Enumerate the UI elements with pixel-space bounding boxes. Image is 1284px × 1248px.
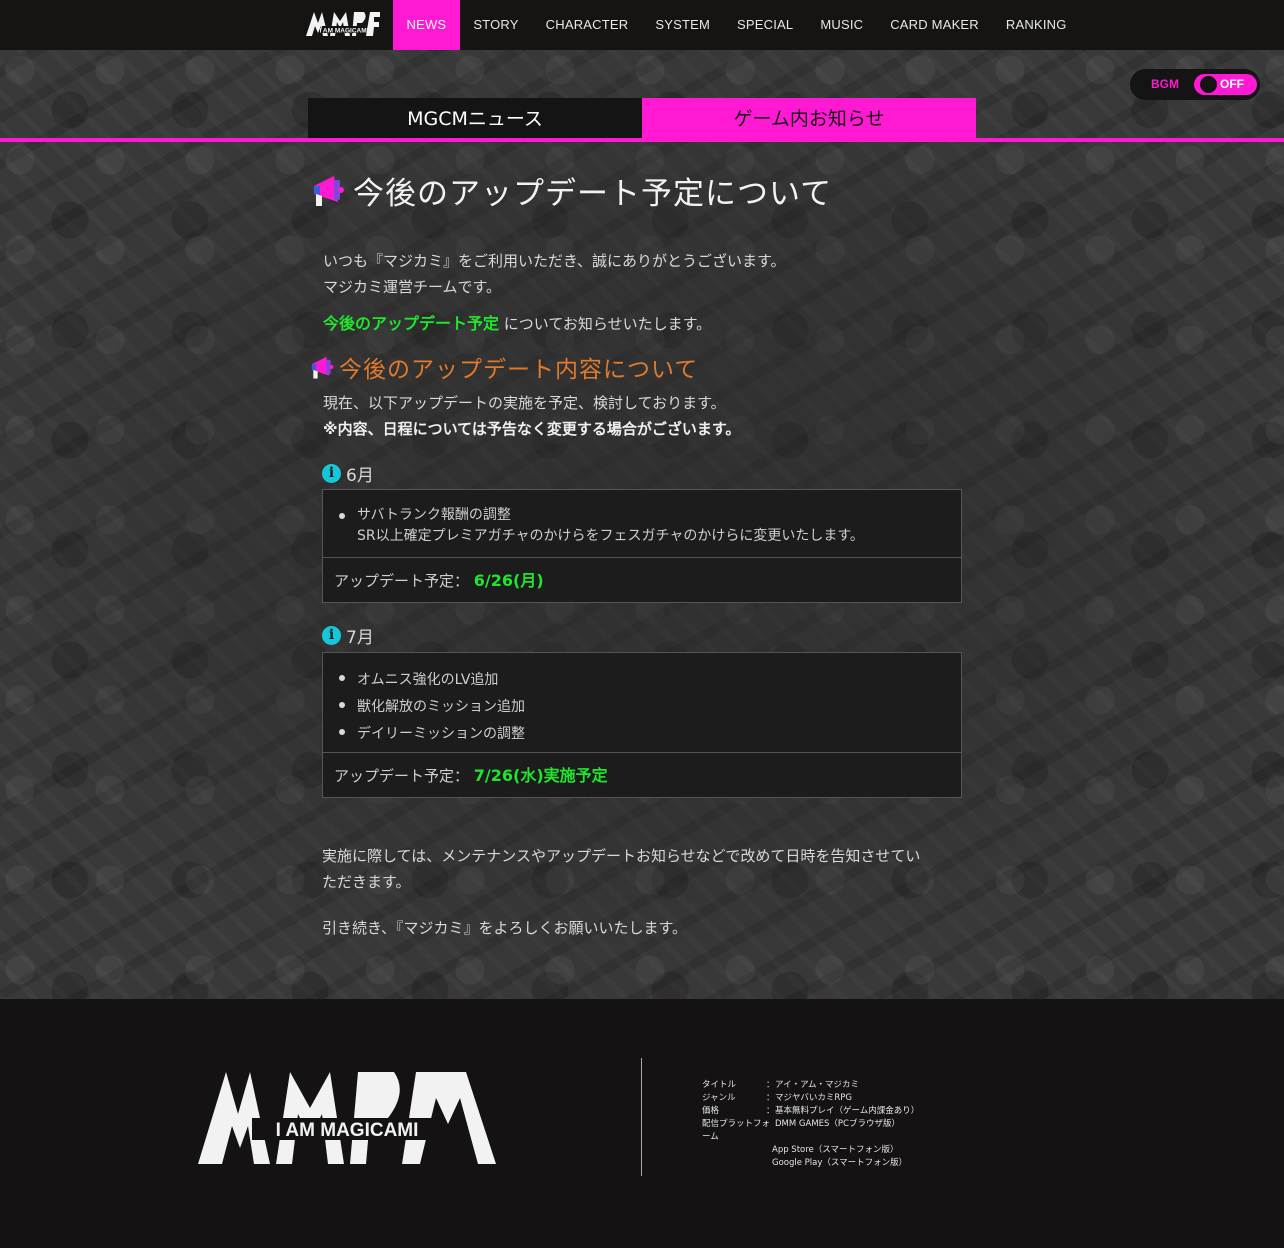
info-key: タイトル	[702, 1080, 737, 1090]
bgm-toggle[interactable]: OFF	[1194, 74, 1257, 95]
list-item: 獣化解放のミッション追加	[323, 694, 961, 721]
nav-special[interactable]: SPECIAL	[724, 0, 807, 50]
section-title: 今後のアップデート内容について	[339, 357, 699, 383]
schedule-row: アップデート予定： 7/26(水)実施予定	[323, 752, 961, 797]
info-row-price: 価格：基本無料プレイ（ゲーム内課金あり）	[702, 1106, 920, 1116]
footer-logo-text: I AM MAGICAMI	[276, 1120, 419, 1141]
nav-system[interactable]: SYSTEM	[642, 0, 724, 50]
intro-line-1: いつも『マジカミ』をご利用いただき、誠にありがとうございます。	[323, 252, 786, 270]
info-value: App Store（スマートフォン版）	[772, 1145, 899, 1155]
intro-highlight-line: 今後のアップデート予定 についてお知らせいたします。	[323, 310, 711, 334]
megaphone-icon	[314, 176, 344, 206]
month-label: 7月	[346, 628, 374, 648]
month-heading-july: i 7月	[322, 623, 374, 648]
info-icon: i	[322, 464, 341, 483]
closing-line-2: ただきます。	[322, 873, 411, 891]
bgm-control: BGM OFF	[1130, 69, 1260, 100]
month-label: 6月	[346, 466, 374, 486]
tab-game-notices[interactable]: ゲーム内お知らせ	[642, 98, 976, 138]
section-note: ※内容、日程については予告なく変更する場合がございます。	[323, 420, 741, 438]
footer-logo[interactable]: I AM MAGICAMI	[196, 1068, 498, 1166]
nav-character[interactable]: CHARACTER	[532, 0, 642, 50]
closing-line-1: 実施に際しては、メンテナンスやアップデートお知らせなどで改めて日時を告知させてい	[322, 847, 921, 865]
nav-news[interactable]: NEWS	[393, 0, 460, 50]
nav-music[interactable]: MUSIC	[807, 0, 877, 50]
update-box-june: サバトランク報酬の調整 SR以上確定プレミアガチャのかけらをフェスガチャのかけら…	[322, 489, 962, 603]
info-value: Google Play（スマートフォン版）	[772, 1158, 908, 1168]
nav-ranking[interactable]: RANKING	[992, 0, 1080, 50]
nav-card-maker[interactable]: CARD MAKER	[877, 0, 993, 50]
article-title: 今後のアップデート予定について	[353, 176, 833, 212]
info-row-platform: 配信プラットフォーム DMM GAMES（PCブラウザ版）	[702, 1118, 919, 1144]
list-item: デイリーミッションの調整	[323, 721, 961, 748]
info-row-platform-3: Google Play（スマートフォン版）	[702, 1157, 919, 1170]
list-item: サバトランク報酬の調整 SR以上確定プレミアガチャのかけらをフェスガチャのかけら…	[323, 505, 961, 547]
bgm-label: BGM	[1151, 77, 1179, 91]
info-row-platform-2: App Store（スマートフォン版）	[702, 1144, 919, 1157]
info-row-genre: ジャンル：マジヤバいカミRPG	[702, 1093, 852, 1103]
info-value: マジヤバいカミRPG	[775, 1093, 852, 1103]
section-line-1: 現在、以下アップデートの実施を予定、検討しております。	[323, 394, 726, 412]
info-key: 配信プラットフォーム	[702, 1119, 771, 1142]
magicami-logo[interactable]: I AM MAGICAMI	[304, 9, 382, 39]
site-footer: I AM MAGICAMI タイトル：アイ・アム・マジカミ ジャンル：マジヤバい…	[0, 999, 1284, 1248]
highlight-text: 今後のアップデート予定	[323, 314, 500, 333]
month-heading-june: i 6月	[322, 461, 374, 486]
schedule-label: アップデート予定：	[334, 767, 470, 785]
news-tabs: MGCMニュース ゲーム内お知らせ	[308, 98, 976, 138]
footer-divider	[641, 1058, 642, 1176]
schedule-label: アップデート予定：	[334, 572, 470, 590]
bgm-state: OFF	[1220, 77, 1244, 91]
nav-story[interactable]: STORY	[460, 0, 532, 50]
tab-mgcm-news[interactable]: MGCMニュース	[308, 98, 642, 138]
schedule-date: 7/26(水)実施予定	[473, 766, 608, 785]
info-value: アイ・アム・マジカミ	[775, 1080, 859, 1090]
bgm-toggle-knob	[1200, 76, 1217, 93]
intro-line-2: マジカミ運営チームです。	[323, 278, 502, 296]
info-value: DMM GAMES（PCブラウザ版）	[775, 1119, 900, 1129]
update-box-july: オムニス強化のLV追加 獣化解放のミッション追加 デイリーミッションの調整 アッ…	[322, 652, 962, 798]
info-key	[702, 1144, 772, 1157]
info-key	[702, 1157, 772, 1170]
update-list: サバトランク報酬の調整 SR以上確定プレミアガチャのかけらをフェスガチャのかけら…	[323, 490, 961, 547]
site-header: I AM MAGICAMI NEWS STORY CHARACTER SYSTE…	[0, 0, 1284, 50]
list-item-detail: SR以上確定プレミアガチャのかけらをフェスガチャのかけらに変更いたします。	[357, 528, 864, 544]
info-row-title: タイトル：アイ・アム・マジカミ	[702, 1080, 859, 1090]
closing-line-3: 引き続き、『マジカミ』をよろしくお願いいたします。	[322, 919, 687, 937]
logo-text: I AM MAGICAMI	[320, 28, 369, 35]
info-value: 基本無料プレイ（ゲーム内課金あり）	[775, 1106, 920, 1116]
schedule-date: 6/26(月)	[473, 571, 544, 590]
section-megaphone-icon	[311, 356, 334, 379]
game-info-table: タイトル：アイ・アム・マジカミ ジャンル：マジヤバいカミRPG 価格：基本無料プ…	[702, 1079, 919, 1170]
highlight-suffix: についてお知らせいたします。	[503, 315, 712, 333]
info-key: ジャンル	[702, 1093, 736, 1103]
list-item-text: サバトランク報酬の調整	[357, 507, 511, 523]
update-list: オムニス強化のLV追加 獣化解放のミッション追加 デイリーミッションの調整	[323, 653, 961, 748]
main-nav: NEWS STORY CHARACTER SYSTEM SPECIAL MUSI…	[393, 0, 1080, 50]
info-key: 価格	[702, 1106, 720, 1116]
list-item: オムニス強化のLV追加	[323, 667, 961, 694]
tab-underline	[0, 138, 1284, 142]
info-icon: i	[322, 626, 341, 645]
schedule-row: アップデート予定： 6/26(月)	[323, 557, 961, 602]
